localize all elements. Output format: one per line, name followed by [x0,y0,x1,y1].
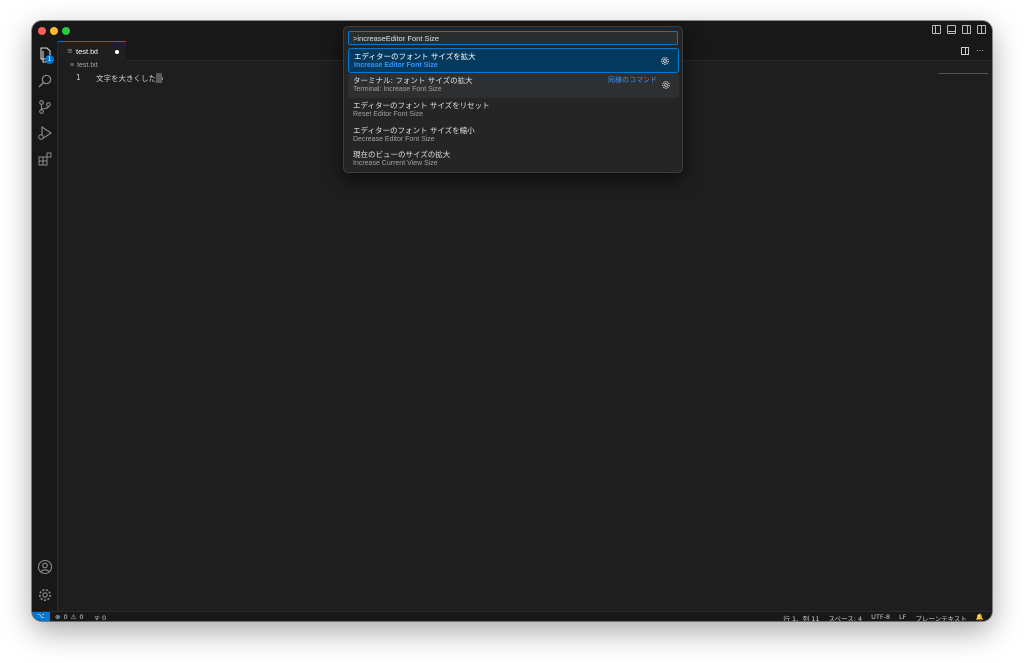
configure-keybinding-gear-icon[interactable] [661,80,671,90]
split-editor-icon[interactable] [961,47,969,55]
breadcrumb[interactable]: ≡ test.txt [70,62,98,72]
antenna-icon: ᯤ [94,614,100,621]
palette-item-reset-editor-font-size[interactable]: エディターのフォント サイズをリセット Reset Editor Font Si… [348,98,679,123]
toggle-primary-sidebar-icon[interactable] [932,25,941,34]
indentation[interactable]: スペース: 4 [828,613,862,621]
warning-count: 0 [79,613,84,621]
palette-item-decrease-editor-font-size[interactable]: エディターのフォント サイズを縮小 Decrease Editor Font S… [348,123,679,148]
warning-icon: ⚠ [70,613,77,621]
text-cursor [156,73,162,83]
activity-bar: 1 [32,41,58,611]
minimize-window-button[interactable] [50,27,58,35]
account-icon[interactable] [37,559,53,575]
tab-label: test.txt [76,47,99,56]
palette-item-title: ターミナル: フォント サイズの拡大 [353,76,473,85]
minimap[interactable] [938,73,988,74]
run-debug-icon[interactable] [37,125,53,141]
similar-commands-label: 同様のコマンド [608,76,657,84]
language-mode[interactable]: プレーンテキスト [915,613,966,621]
ports-count: 0 [102,614,107,621]
status-bar-right: 行 1、列 11 スペース: 4 UTF-8 LF プレーンテキスト 🔔 [783,613,984,621]
explorer-badge: 1 [45,55,54,64]
source-control-icon[interactable] [37,99,53,115]
text-file-icon: ≡ [67,47,73,55]
palette-item-title: エディターのフォント サイズをリセット [353,101,490,110]
palette-item-title: エディターのフォント サイズを縮小 [353,126,475,135]
layout-controls [932,25,986,34]
palette-item-increase-editor-font-size[interactable]: エディターのフォント サイズを拡大 Increase Editor Font S… [348,48,679,73]
palette-item-subtitle: Terminal: Increase Font Size [353,86,442,93]
palette-item-subtitle: Decrease Editor Font Size [353,136,435,143]
ports-indicator[interactable]: ᯤ 0 [94,613,106,621]
unsaved-dot-icon[interactable] [115,50,119,54]
vscode-window: 1 ≡ test.txt ⋯ ≡ test.txt 1 文字を大きくしたい >i… [32,21,992,621]
breadcrumb-file-icon: ≡ [70,62,75,69]
palette-item-increase-current-view-size[interactable]: 現在のビューのサイズの拡大 Increase Current View Size [348,147,679,172]
end-of-line[interactable]: LF [899,613,906,621]
palette-item-subtitle: Reset Editor Font Size [353,111,424,118]
palette-item-title: 現在のビューのサイズの拡大 [353,150,451,159]
notifications-bell-icon[interactable]: 🔔 [976,613,984,621]
customize-layout-icon[interactable] [977,25,986,34]
toggle-secondary-sidebar-icon[interactable] [962,25,971,34]
encoding[interactable]: UTF-8 [871,613,890,621]
error-count: 0 [63,613,68,621]
configure-keybinding-gear-icon[interactable] [660,56,670,66]
tab-test-txt[interactable]: ≡ test.txt [58,41,126,61]
close-window-button[interactable] [38,27,46,35]
search-icon[interactable] [37,73,53,89]
palette-item-title: エディターのフォント サイズを拡大 [354,52,476,61]
breadcrumb-file[interactable]: test.txt [77,62,98,69]
palette-item-subtitle: Increase Current View Size [353,160,438,167]
editor-line-text[interactable]: 文字を大きくしたい [96,73,164,84]
line-number: 1 [76,73,81,82]
zoom-window-button[interactable] [62,27,70,35]
palette-item-subtitle: Increase Editor Font Size [354,62,438,69]
editor-actions: ⋯ [961,46,984,55]
toggle-panel-icon[interactable] [947,25,956,34]
command-palette-input[interactable]: >increaseEditor Font Size [348,31,678,45]
command-palette: >increaseEditor Font Size エディターのフォント サイズ… [343,26,683,173]
cursor-position[interactable]: 行 1、列 11 [783,613,819,621]
more-actions-icon[interactable]: ⋯ [976,46,984,55]
palette-item-terminal-increase-font-size[interactable]: ターミナル: フォント サイズの拡大 Terminal: Increase Fo… [348,73,679,98]
error-icon: ⊗ [55,613,61,621]
extensions-icon[interactable] [37,151,53,167]
settings-gear-icon[interactable] [37,587,53,603]
remote-indicator-icon[interactable]: ⌥ [32,612,50,621]
problems-indicator[interactable]: ⊗ 0 ⚠ 0 [55,613,84,621]
status-bar: ⌥ ⊗ 0 ⚠ 0 ᯤ 0 行 1、列 11 スペース: 4 UTF-8 LF … [32,611,992,621]
